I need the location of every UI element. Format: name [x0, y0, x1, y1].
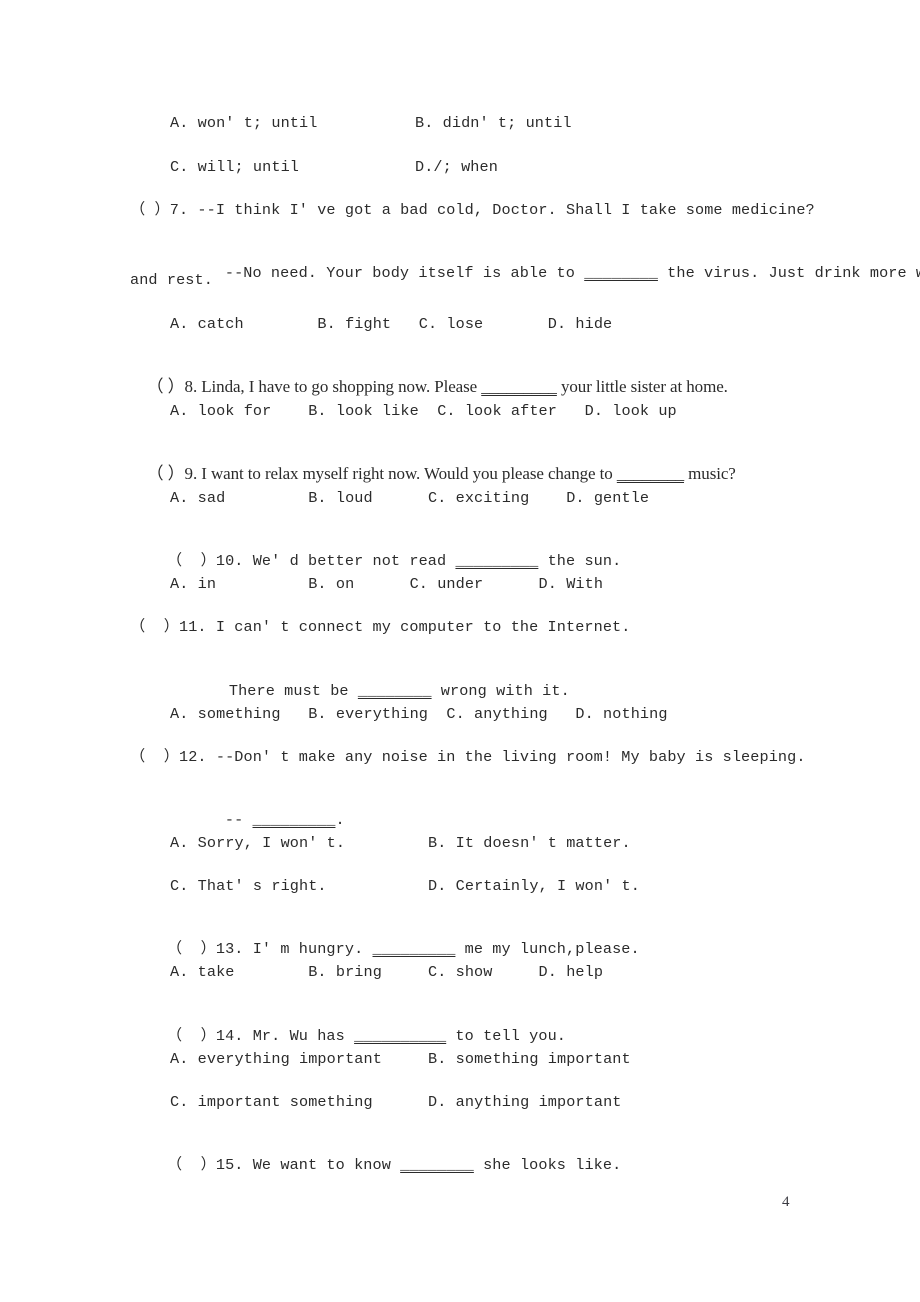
question-12-option-c: C. That' s right. — [170, 877, 327, 895]
question-12-option-d: D. Certainly, I won' t. — [428, 877, 640, 895]
question-13-options: A. take B. bring C. show D. help — [170, 963, 604, 981]
question-7-reply: --No need. Your body itself is able to _… — [188, 243, 920, 303]
question-11-options: A. something B. everything C. anything D… — [170, 705, 668, 723]
question-9-blank: ________ — [616, 464, 685, 483]
question-7-reply-text-after: the virus. Just drink more water — [667, 264, 920, 282]
question-14-option-c: C. important something — [170, 1093, 373, 1111]
question-6-option-a: A. won' t; until — [170, 114, 318, 132]
question-14-stem-text: （ ）14. Mr. Wu has — [166, 1027, 355, 1045]
question-6-option-b: B. didn' t; until — [415, 114, 572, 132]
page-number: 4 — [782, 1194, 790, 1210]
question-12-blank: _________ — [252, 811, 336, 829]
question-12-reply-dash: -- — [224, 811, 253, 829]
question-6-option-c: C. will; until — [170, 158, 299, 176]
question-7-stem: （ ）7. --I think I' ve got a bad cold, Do… — [130, 201, 815, 219]
question-6-option-d: D./; when — [415, 158, 498, 176]
question-14-stem-text-after: to tell you. — [446, 1027, 567, 1045]
question-11-blank: ________ — [357, 682, 432, 700]
question-14-option-a: A. everything important — [170, 1050, 382, 1068]
question-14-blank: __________ — [354, 1027, 447, 1045]
question-12-stem: （ ）12. --Don' t make any noise in the li… — [130, 748, 806, 766]
question-15-stem-text-after: she looks like. — [473, 1156, 622, 1174]
exam-page: A. won' t; until B. didn' t; until C. wi… — [0, 0, 920, 1302]
question-11-second-text-after: wrong with it. — [431, 682, 570, 700]
question-13-blank: _________ — [372, 940, 456, 958]
question-14-option-b: B. something important — [428, 1050, 631, 1068]
question-10-options: A. in B. on C. under D. With — [170, 575, 604, 593]
question-7-blank: ________ — [584, 264, 658, 282]
question-12-reply-period: . — [335, 811, 345, 829]
question-8-blank: _________ — [481, 377, 557, 396]
question-11-second-text: There must be — [228, 682, 358, 700]
question-7-reply-text: --No need. Your body itself is able to — [224, 264, 585, 282]
question-12-option-a: A. Sorry, I won' t. — [170, 834, 346, 852]
question-8-stem-text: （ ）8. Linda, I have to go shopping now. … — [146, 377, 482, 396]
question-15-stem-text: （ ）15. We want to know — [166, 1156, 401, 1174]
question-14-option-d: D. anything important — [428, 1093, 622, 1111]
question-9-stem-text: （ ）9. I want to relax myself right now. … — [146, 464, 617, 483]
question-10-stem-text-after: the sun. — [538, 552, 622, 570]
question-13-stem-text-after: me my lunch,please. — [455, 940, 640, 958]
question-15-stem: （ ）15. We want to know ________ she look… — [130, 1135, 621, 1195]
question-11-stem: （ ）11. I can' t connect my computer to t… — [130, 618, 631, 636]
question-10-blank: _________ — [455, 552, 539, 570]
question-9-options: A. sad B. loud C. exciting D. gentle — [170, 489, 650, 507]
question-7-options: A. catch B. fight C. lose D. hide — [170, 315, 613, 333]
question-13-stem-text: （ ）13. I' m hungry. — [166, 940, 373, 958]
question-15-blank: ________ — [400, 1156, 474, 1174]
question-9-stem-text-after: music? — [684, 464, 736, 483]
question-12-option-b: B. It doesn' t matter. — [428, 834, 631, 852]
question-8-options: A. look for B. look like C. look after D… — [170, 402, 677, 420]
question-10-stem-text: （ ）10. We' d better not read — [166, 552, 456, 570]
question-7-reply-wrap: and rest. — [130, 271, 213, 289]
question-8-stem-text-after: your little sister at home. — [556, 377, 728, 396]
